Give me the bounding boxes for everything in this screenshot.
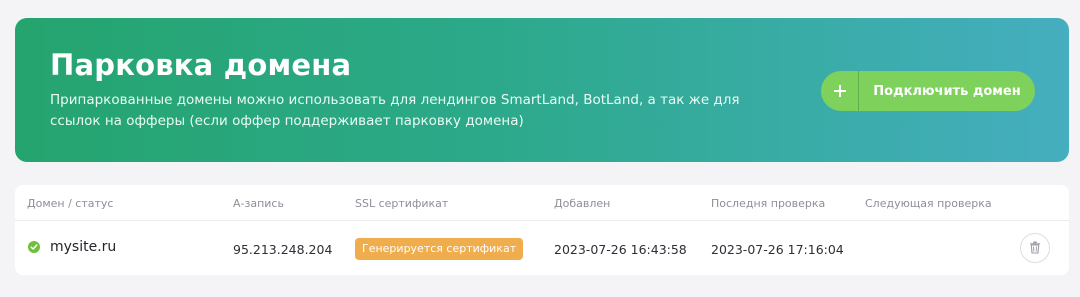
header-ssl: SSL сертификат: [355, 197, 449, 210]
connect-domain-button[interactable]: Подключить домен: [821, 71, 1035, 111]
domain-name[interactable]: mysite.ru: [50, 239, 116, 255]
check-circle-icon: [28, 241, 40, 253]
table-row: mysite.ru 95.213.248.204 Генерируется се…: [15, 221, 1069, 275]
page-title: Парковка домена: [50, 48, 352, 82]
delete-domain-button[interactable]: [1020, 233, 1050, 263]
header-next-check: Следующая проверка: [865, 197, 992, 210]
domains-table: Домен / статус А-запись SSL сертификат Д…: [15, 185, 1069, 275]
a-record-value: 95.213.248.204: [233, 242, 333, 257]
domain-parking-page: Парковка домена Припаркованные домены мо…: [0, 0, 1080, 297]
header-a-record: А-запись: [233, 197, 284, 210]
banner-description: Припаркованные домены можно использовать…: [50, 92, 740, 129]
added-date: 2023-07-26 16:43:58: [554, 242, 687, 257]
trash-icon: [1029, 239, 1041, 258]
ssl-status-badge: Генерируется сертификат: [355, 238, 524, 260]
plus-icon: [821, 71, 859, 111]
domain-status-cell: mysite.ru: [28, 239, 116, 255]
header-added: Добавлен: [554, 197, 611, 210]
table-header: Домен / статус А-запись SSL сертификат Д…: [15, 185, 1069, 221]
last-check-date: 2023-07-26 17:16:04: [711, 242, 844, 257]
connect-domain-label: Подключить домен: [873, 83, 1021, 99]
header-last-check: Последня проверка: [711, 197, 826, 210]
parking-banner: Парковка домена Припаркованные домены мо…: [15, 18, 1069, 162]
header-domain-status: Домен / статус: [27, 197, 114, 210]
